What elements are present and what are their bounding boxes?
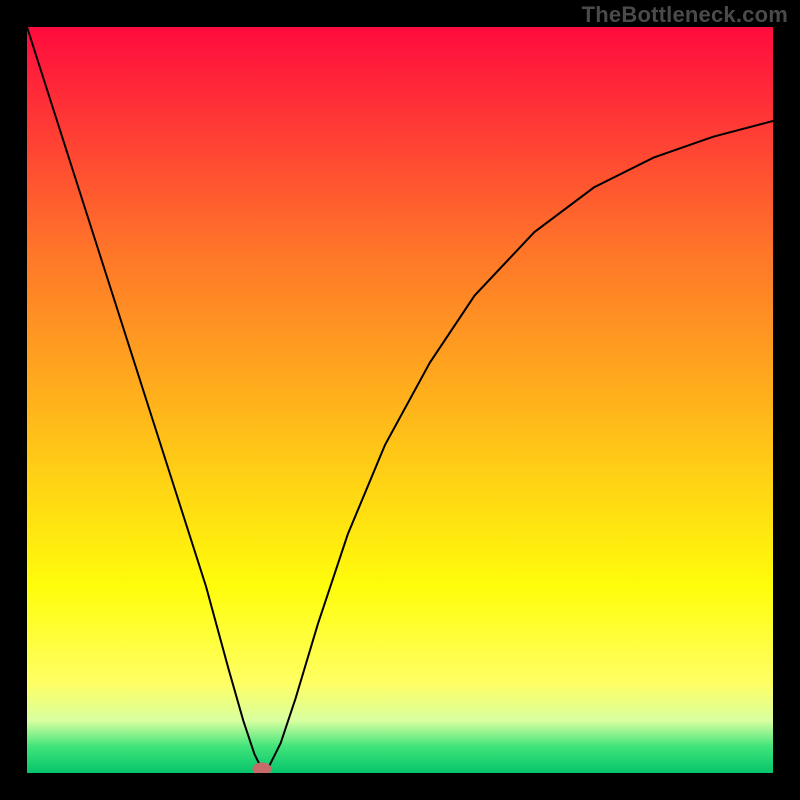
- bottleneck-curve: [27, 27, 773, 773]
- watermark-label: TheBottleneck.com: [582, 2, 788, 28]
- optimal-point-marker: [252, 763, 271, 773]
- plot-area: [27, 27, 773, 773]
- chart-frame: TheBottleneck.com: [0, 0, 800, 800]
